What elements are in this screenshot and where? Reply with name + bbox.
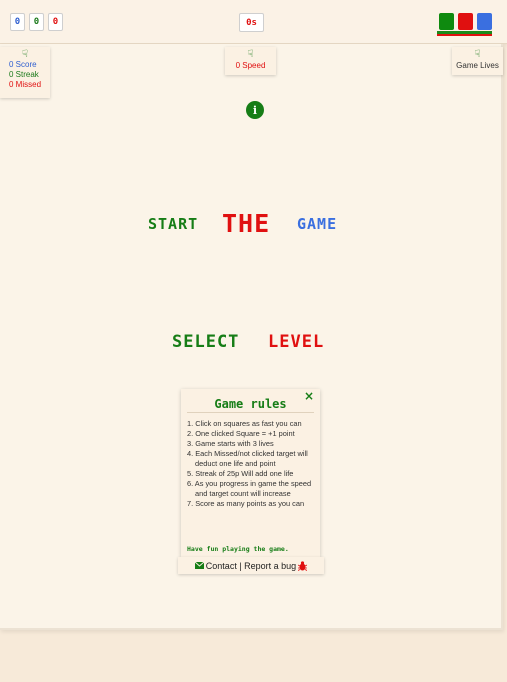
life-blue-square [477, 13, 492, 30]
rules-divider [187, 412, 314, 413]
stats-card: ☟ 0 Score 0 Streak 0 Missed [0, 47, 50, 98]
hand-pointer-icon: ☟ [22, 49, 29, 60]
speed-card: ☟ 0 Speed [225, 47, 276, 75]
missed-stat: 0 Missed [9, 80, 42, 89]
life-green-square [439, 13, 454, 30]
score-counter-button[interactable]: 0 [10, 13, 25, 31]
game-rules-popup: × Game rules 1. Click on squares as fast… [181, 389, 320, 557]
score-stat: 0 Score [9, 60, 37, 69]
lives-underline-red [437, 34, 492, 36]
the-word[interactable]: THE [222, 209, 270, 238]
contact-bar[interactable]: Contact | Report a bug [178, 557, 324, 574]
game-timer: 0s [239, 13, 264, 32]
envelope-icon [194, 562, 204, 569]
streak-stat: 0 Streak [9, 70, 39, 79]
rule-item: 7. Score as many points as you can [187, 499, 305, 508]
speed-stat: 0 Speed [235, 61, 266, 70]
game-word[interactable]: GAME [297, 215, 337, 233]
bug-icon [298, 560, 308, 571]
lives-label: Game Lives [456, 61, 499, 70]
level-word[interactable]: LEVEL [268, 332, 324, 352]
life-red-square [458, 13, 473, 30]
start-word[interactable]: START [148, 215, 198, 233]
rules-footer: Have fun playing the game. [187, 545, 289, 553]
hand-pointer-icon: ☟ [247, 49, 254, 60]
rule-item: 3. Game starts with 3 lives [187, 439, 274, 448]
lives-card: ☟ Game Lives [452, 47, 503, 75]
select-word[interactable]: SELECT [172, 332, 239, 352]
rule-item: 6. As you progress in game the speed and… [187, 479, 312, 498]
contact-link[interactable]: Contact | Report a bug [206, 561, 296, 571]
streak-counter-button[interactable]: 0 [29, 13, 44, 31]
rule-item: 1. Click on squares as fast you can [187, 419, 302, 428]
info-icon[interactable]: i [246, 101, 264, 119]
missed-counter-button[interactable]: 0 [48, 13, 63, 31]
rule-item: 4. Each Missed/not clicked target will d… [187, 449, 308, 468]
rule-item: 2. One clicked Square = +1 point [187, 429, 295, 438]
rules-title: Game rules [214, 397, 287, 411]
rules-list: 1. Click on squares as fast you can 2. O… [187, 419, 319, 509]
hand-pointer-icon: ☟ [474, 49, 481, 60]
top-bar: 0 0 0 0s [0, 0, 507, 44]
rule-item: 5. Streak of 25p Will add one life [187, 469, 294, 478]
